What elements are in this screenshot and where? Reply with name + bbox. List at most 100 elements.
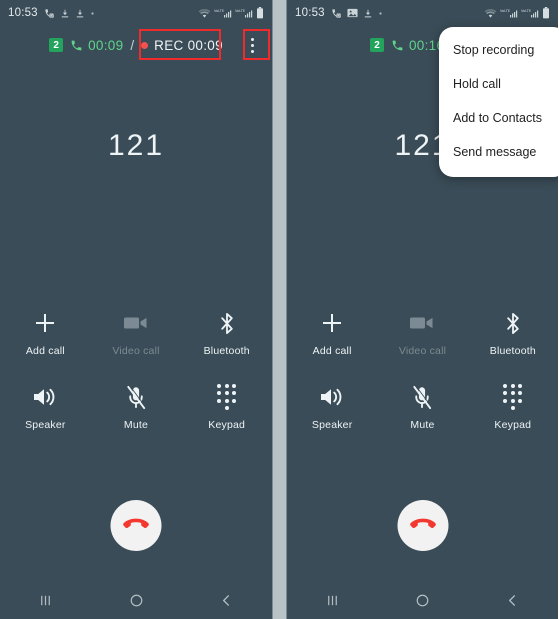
menu-item-add-to-contacts[interactable]: Add to Contacts bbox=[439, 101, 558, 135]
speaker-button[interactable]: Speaker bbox=[0, 384, 91, 431]
recording-label: REC 00:09 bbox=[154, 37, 223, 53]
keypad-dots-icon bbox=[217, 383, 237, 411]
speaker-label: Speaker bbox=[311, 419, 353, 431]
keypad-button[interactable]: Keypad bbox=[181, 383, 272, 431]
keypad-dot bbox=[217, 391, 222, 396]
call-duration: 00:09 bbox=[88, 37, 124, 53]
image-icon bbox=[347, 8, 358, 18]
svg-text:VoLTE: VoLTE bbox=[500, 9, 510, 13]
video-call-button[interactable]: Video call bbox=[377, 310, 467, 357]
dot-icon bbox=[378, 11, 383, 16]
home-button[interactable] bbox=[91, 593, 182, 608]
keypad-dot bbox=[503, 398, 508, 403]
keypad-dot bbox=[510, 398, 515, 403]
dialed-number: 121 bbox=[107, 129, 165, 162]
keypad-dot bbox=[224, 383, 229, 388]
add-call-label: Add call bbox=[25, 345, 65, 357]
keypad-dots-icon bbox=[503, 383, 523, 411]
bluetooth-button[interactable]: Bluetooth bbox=[181, 310, 272, 357]
volte-signal-icon: VoLTE bbox=[500, 8, 518, 19]
back-button[interactable] bbox=[181, 593, 272, 608]
keypad-dot bbox=[224, 391, 229, 396]
overflow-menu: Stop recording Hold call Add to Contacts… bbox=[439, 27, 558, 177]
keypad-dot bbox=[518, 398, 523, 403]
mute-label: Mute bbox=[410, 419, 435, 431]
wifi-icon bbox=[198, 8, 211, 19]
navigation-bar bbox=[287, 581, 558, 619]
home-icon bbox=[416, 594, 429, 606]
keypad-dot bbox=[224, 398, 229, 403]
phone-call-icon bbox=[70, 39, 83, 52]
menu-item-stop-recording[interactable]: Stop recording bbox=[439, 33, 558, 67]
back-button[interactable] bbox=[468, 593, 558, 608]
svg-text:VoLTE: VoLTE bbox=[235, 9, 245, 13]
keypad-dot bbox=[217, 383, 222, 388]
keypad-dot-grid bbox=[217, 383, 237, 411]
bluetooth-label: Bluetooth bbox=[203, 345, 250, 357]
kebab-dot bbox=[250, 49, 254, 53]
recents-icon bbox=[327, 595, 337, 605]
recents-button[interactable] bbox=[287, 593, 377, 608]
keypad-dot bbox=[224, 406, 229, 411]
speaker-icon bbox=[319, 384, 345, 410]
keypad-dot-grid bbox=[503, 383, 523, 411]
plus-icon bbox=[33, 310, 57, 336]
bluetooth-button[interactable]: Bluetooth bbox=[468, 310, 558, 357]
back-icon bbox=[509, 594, 516, 606]
keypad-dot bbox=[232, 398, 237, 403]
keypad-dot bbox=[232, 383, 237, 388]
dot-icon bbox=[90, 11, 95, 16]
keypad-label: Keypad bbox=[494, 419, 532, 431]
status-bar: 10:53 D VoLTE VoLTE bbox=[0, 0, 272, 26]
recents-button[interactable] bbox=[0, 593, 91, 608]
end-call-button[interactable] bbox=[397, 500, 448, 551]
video-call-button[interactable]: Video call bbox=[91, 310, 182, 357]
download-icon bbox=[75, 8, 85, 19]
end-call-button[interactable] bbox=[110, 500, 162, 551]
keypad-dot bbox=[217, 398, 222, 403]
bluetooth-icon bbox=[504, 310, 522, 336]
status-time: 10:53 bbox=[295, 7, 325, 19]
sim-badge: 2 bbox=[49, 38, 64, 52]
add-call-button[interactable]: Add call bbox=[0, 310, 91, 357]
call-actions-row-2: Speaker Mute Keypad bbox=[0, 383, 272, 431]
download-icon bbox=[60, 8, 70, 19]
overflow-menu-button[interactable] bbox=[244, 32, 260, 58]
call-actions-grid: Add call Video call Bluetooth Speaker Mu… bbox=[0, 310, 272, 431]
speaker-button[interactable]: Speaker bbox=[287, 384, 377, 431]
keypad-dot bbox=[510, 391, 515, 396]
menu-item-hold-call[interactable]: Hold call bbox=[439, 67, 558, 101]
keypad-label: Keypad bbox=[208, 419, 246, 431]
microphone-muted-icon bbox=[411, 384, 433, 410]
duration-separator: / bbox=[130, 37, 135, 53]
status-time: 10:53 bbox=[8, 7, 38, 19]
sim-badge: 2 bbox=[369, 38, 384, 52]
mute-button[interactable]: Mute bbox=[377, 384, 467, 431]
panel-divider bbox=[272, 0, 287, 619]
video-call-label: Video call bbox=[112, 345, 160, 357]
record-dot-icon bbox=[141, 41, 149, 49]
speaker-label: Speaker bbox=[25, 419, 66, 431]
call-info-row: 2 00:09 / REC 00:09 bbox=[0, 30, 272, 60]
end-call-handset-icon bbox=[409, 517, 436, 534]
keypad-dot bbox=[232, 391, 237, 396]
speaker-icon bbox=[32, 384, 58, 410]
keypad-dot bbox=[510, 406, 515, 411]
recents-icon bbox=[40, 595, 50, 605]
kebab-dot bbox=[250, 43, 254, 47]
mute-button[interactable]: Mute bbox=[91, 384, 182, 431]
status-left-icons: D bbox=[331, 8, 383, 19]
video-camera-icon bbox=[123, 310, 149, 336]
end-call-handset-icon bbox=[123, 517, 150, 534]
add-call-label: Add call bbox=[312, 345, 352, 357]
call-actions-row-1: Add call Video call Bluetooth bbox=[0, 310, 272, 357]
keypad-button[interactable]: Keypad bbox=[468, 383, 558, 431]
add-call-button[interactable]: Add call bbox=[287, 310, 377, 357]
wifi-icon bbox=[484, 8, 497, 19]
status-left-icons: D bbox=[44, 8, 95, 19]
home-icon bbox=[130, 594, 142, 606]
download-icon bbox=[363, 8, 373, 19]
menu-item-send-message[interactable]: Send message bbox=[439, 135, 558, 169]
home-button[interactable] bbox=[377, 593, 467, 608]
call-actions-row-2: Speaker Mute Keypad bbox=[287, 383, 558, 431]
